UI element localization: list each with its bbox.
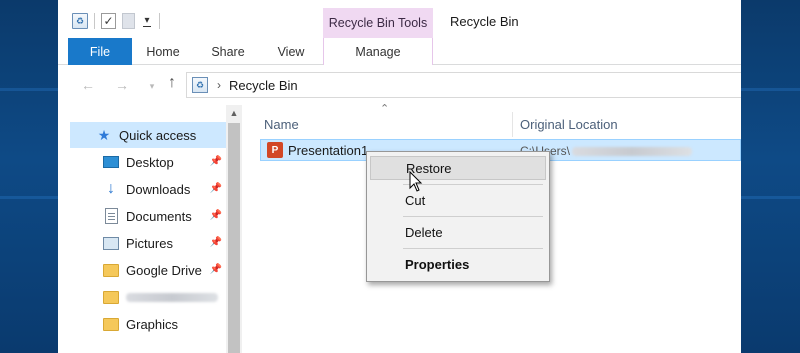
- new-folder-icon[interactable]: [122, 13, 135, 29]
- explorer-window: ♻ ✓ ▾ Recycle Bin Tools Recycle Bin File…: [58, 0, 741, 353]
- recycle-bin-icon[interactable]: ♻: [72, 13, 88, 29]
- sidebar-item-pictures[interactable]: Pictures 📌: [70, 230, 226, 256]
- sidebar-item-downloads[interactable]: ↓ Downloads 📌: [70, 176, 226, 202]
- powerpoint-icon: P: [267, 142, 283, 158]
- navigation-bar: ← → ▾ ↑ ♻ › Recycle Bin: [58, 65, 741, 105]
- pin-icon[interactable]: 📌: [210, 237, 222, 248]
- tab-view[interactable]: View: [262, 38, 320, 65]
- sidebar-item-label: Documents: [126, 208, 192, 224]
- pin-icon[interactable]: 📌: [210, 183, 222, 194]
- folder-icon: [103, 316, 119, 332]
- customize-toolbar-dropdown-icon[interactable]: ▾: [141, 15, 153, 28]
- pin-icon[interactable]: 📌: [210, 210, 222, 221]
- tab-manage[interactable]: Manage: [323, 38, 433, 65]
- tab-share[interactable]: Share: [194, 38, 262, 65]
- star-icon: ★: [97, 126, 111, 143]
- sidebar-item-quick-access[interactable]: ★ Quick access: [70, 122, 226, 148]
- ribbon-tabs: File Home Share View Manage: [58, 38, 741, 65]
- pictures-icon: [103, 235, 119, 251]
- file-name: Presentation1: [288, 143, 369, 158]
- tab-home[interactable]: Home: [132, 38, 194, 65]
- toolbar-divider: [94, 13, 95, 29]
- quick-access-toolbar: ♻ ✓ ▾: [72, 10, 160, 32]
- blurred-label: [126, 292, 218, 302]
- blurred-location: [572, 146, 693, 156]
- scrollbar-thumb[interactable]: [228, 123, 240, 353]
- sidebar-item-label: Quick access: [119, 127, 197, 143]
- sidebar-item-label: Graphics: [126, 316, 179, 332]
- pin-icon[interactable]: 📌: [210, 156, 222, 167]
- mouse-pointer-icon: [409, 171, 423, 192]
- sidebar-item-graphics[interactable]: Graphics: [70, 311, 226, 337]
- pin-icon[interactable]: 📌: [210, 264, 222, 275]
- menu-item-delete[interactable]: Delete: [370, 220, 546, 244]
- tab-file[interactable]: File: [68, 38, 132, 65]
- folder-icon: [103, 262, 119, 278]
- menu-separator: [403, 248, 543, 249]
- menu-item-restore[interactable]: Restore: [370, 156, 546, 180]
- recent-locations-chevron-icon[interactable]: ▾: [144, 81, 160, 92]
- sidebar-item-label: Desktop: [126, 154, 174, 170]
- desktop-icon: [103, 154, 119, 170]
- properties-check-icon[interactable]: ✓: [101, 13, 116, 29]
- navigation-pane-scrollbar[interactable]: ▲: [226, 105, 242, 353]
- recycle-bin-tools-header: Recycle Bin Tools: [323, 8, 433, 38]
- sidebar-item-label: Downloads: [126, 181, 191, 197]
- recycle-bin-icon: ♻: [192, 77, 208, 93]
- menu-item-properties[interactable]: Properties: [370, 252, 546, 276]
- context-menu: Restore Cut Delete Properties: [366, 151, 550, 282]
- sidebar-item-documents[interactable]: Documents 📌: [70, 203, 226, 229]
- window-title: Recycle Bin: [450, 14, 519, 29]
- menu-separator: [403, 216, 543, 217]
- column-divider[interactable]: [512, 112, 513, 137]
- sidebar-item-google-drive[interactable]: Google Drive 📌: [70, 257, 226, 283]
- breadcrumb-separator[interactable]: ›: [217, 78, 221, 92]
- folder-icon: [103, 289, 119, 305]
- address-bar[interactable]: ♻ › Recycle Bin: [186, 72, 741, 98]
- navigation-pane: ★ Quick access Desktop 📌 ↓ Downloads 📌 D…: [70, 105, 226, 353]
- back-arrow-icon[interactable]: ←: [80, 77, 96, 93]
- menu-separator: [403, 184, 543, 185]
- download-arrow-icon: ↓: [107, 180, 115, 197]
- column-header-original-location[interactable]: Original Location: [520, 112, 740, 137]
- column-header-name[interactable]: Name: [264, 112, 514, 137]
- sidebar-item-blurred-folder[interactable]: [70, 284, 226, 310]
- title-bar: ♻ ✓ ▾ Recycle Bin Tools Recycle Bin: [58, 0, 741, 38]
- menu-item-cut[interactable]: Cut: [370, 188, 546, 212]
- toolbar-divider: [159, 13, 160, 29]
- up-arrow-icon[interactable]: ↑: [164, 74, 180, 92]
- scroll-up-icon[interactable]: ▲: [226, 105, 242, 121]
- breadcrumb-recycle-bin[interactable]: Recycle Bin: [229, 78, 298, 93]
- sidebar-item-desktop[interactable]: Desktop 📌: [70, 149, 226, 175]
- forward-arrow-icon[interactable]: →: [114, 77, 130, 93]
- documents-icon: [103, 208, 119, 224]
- sidebar-item-label: Google Drive: [126, 262, 202, 278]
- sidebar-item-label: Pictures: [126, 235, 173, 251]
